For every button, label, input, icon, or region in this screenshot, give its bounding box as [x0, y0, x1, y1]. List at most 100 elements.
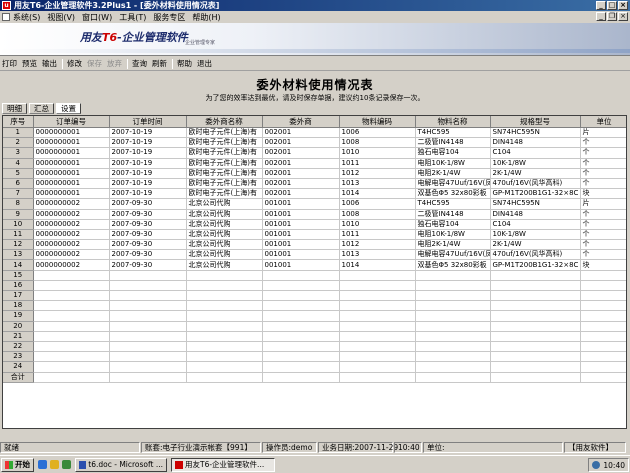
table-cell[interactable]: 欧时电子元件(上海)有 — [186, 168, 263, 179]
table-cell[interactable]: 1012 — [339, 168, 416, 179]
table-cell[interactable]: 独石电容104 — [415, 219, 491, 230]
table-cell[interactable]: 2007-10-19 — [109, 188, 187, 200]
table-row[interactable]: 4 0000000001 2007-10-19 欧时电子元件(上海)有 002001 10… — [3, 158, 626, 169]
table-cell[interactable]: 2007-10-19 — [109, 127, 187, 139]
desktop-icon[interactable] — [62, 460, 71, 469]
table-cell[interactable] — [415, 361, 491, 373]
table-row[interactable]: 22 — [3, 341, 626, 353]
table-cell[interactable] — [186, 280, 263, 292]
table-cell[interactable]: 个 — [580, 147, 626, 159]
table-cell[interactable]: 个 — [580, 168, 626, 179]
table-row[interactable]: 6 0000000001 2007-10-19 欧时电子元件(上海)有 002001 10… — [3, 178, 626, 190]
table-cell[interactable]: 0000000001 — [33, 188, 110, 200]
table-cell[interactable] — [109, 341, 187, 353]
toolbar-button[interactable]: 修改 — [67, 58, 82, 69]
table-cell[interactable] — [109, 300, 187, 312]
table-cell[interactable] — [415, 331, 491, 342]
table-cell[interactable] — [186, 310, 263, 322]
table-cell[interactable]: 欧时电子元件(上海)有 — [186, 137, 263, 149]
tab[interactable]: 明细 — [2, 103, 27, 114]
table-cell[interactable] — [33, 270, 110, 281]
table-row[interactable]: 13 0000000002 2007-09-30 北京公司代购 001001 1013 电解… — [3, 249, 626, 261]
table-cell[interactable]: 0000000001 — [33, 147, 110, 159]
toolbar-button[interactable]: 打印 — [2, 58, 17, 69]
table-row[interactable]: 10 0000000002 2007-09-30 北京公司代购 001001 1010 独石… — [3, 219, 626, 230]
column-header[interactable]: 物料编码 — [339, 116, 416, 128]
table-cell[interactable] — [339, 341, 416, 353]
menu-help[interactable]: 帮助(H) — [192, 12, 220, 23]
table-cell[interactable]: GP-M1T200B1G1-32×8C — [490, 188, 581, 200]
start-button[interactable]: 开始 — [1, 457, 34, 472]
table-cell[interactable]: 欧时电子元件(上海)有 — [186, 127, 263, 139]
table-cell[interactable] — [580, 300, 626, 312]
data-grid[interactable]: 序号 订单编号 订单时间 委外商名称 委外商 物料编码 物料名称 规格型号 单位 1 000000… — [2, 115, 627, 429]
table-cell[interactable] — [339, 300, 416, 312]
menu-tools[interactable]: 工具(T) — [119, 12, 146, 23]
menu-view[interactable]: 视图(V) — [47, 12, 75, 23]
table-cell[interactable]: 10K-1/8W — [490, 158, 581, 169]
table-cell[interactable] — [580, 372, 626, 383]
table-row[interactable]: 12 0000000002 2007-09-30 北京公司代购 001001 1012 电阻… — [3, 239, 626, 251]
table-cell[interactable]: 个 — [580, 229, 626, 241]
column-header[interactable]: 序号 — [3, 116, 34, 128]
table-cell[interactable] — [490, 280, 581, 292]
table-cell[interactable]: 2007-10-19 — [109, 178, 187, 190]
table-cell[interactable]: 2007-09-30 — [109, 239, 187, 251]
table-cell[interactable] — [580, 351, 626, 363]
table-cell[interactable] — [580, 331, 626, 342]
table-cell[interactable] — [339, 351, 416, 363]
table-cell[interactable]: 个 — [580, 178, 626, 190]
table-cell[interactable] — [109, 310, 187, 322]
table-cell[interactable] — [186, 351, 263, 363]
table-cell[interactable]: 电阻2K-1/4W — [415, 239, 491, 251]
toolbar-button[interactable]: 预览 — [22, 58, 37, 69]
table-cell[interactable] — [339, 310, 416, 322]
table-cell[interactable] — [415, 290, 491, 302]
table-cell[interactable]: 欧时电子元件(上海)有 — [186, 147, 263, 159]
table-cell[interactable]: 电解电容47Uuf/16V(凤 — [415, 249, 491, 261]
table-cell[interactable]: 双基色Φ5 32x80彩板 — [415, 188, 491, 200]
table-cell[interactable] — [490, 331, 581, 342]
table-cell[interactable]: 欧时电子元件(上海)有 — [186, 178, 263, 190]
table-cell[interactable]: 2007-10-19 — [109, 158, 187, 169]
table-cell[interactable] — [109, 331, 187, 342]
table-cell[interactable] — [262, 341, 340, 353]
table-cell[interactable] — [262, 300, 340, 312]
table-cell[interactable] — [262, 290, 340, 302]
table-cell[interactable]: 001001 — [262, 239, 340, 251]
table-cell[interactable]: 1011 — [339, 229, 416, 241]
table-row[interactable]: 19 — [3, 310, 626, 322]
toolbar-button[interactable]: 输出 — [42, 58, 57, 69]
table-cell[interactable] — [339, 321, 416, 332]
child-minimize-button[interactable]: _ — [596, 12, 606, 21]
table-cell[interactable]: 10K-1/8W — [490, 229, 581, 241]
table-cell[interactable] — [580, 321, 626, 332]
table-row[interactable]: 15 — [3, 270, 626, 281]
table-cell[interactable] — [186, 361, 263, 373]
table-cell[interactable]: 2007-10-19 — [109, 147, 187, 159]
table-cell[interactable]: SN74HC595N — [490, 198, 581, 210]
table-cell[interactable] — [490, 290, 581, 302]
table-cell[interactable]: 2K-1/4W — [490, 239, 581, 251]
table-cell[interactable]: 0000000001 — [33, 158, 110, 169]
table-row[interactable]: 21 — [3, 331, 626, 342]
table-row[interactable]: 17 — [3, 290, 626, 302]
table-cell[interactable]: 001001 — [262, 198, 340, 210]
tab[interactable]: 汇总 — [29, 103, 54, 114]
table-cell[interactable]: 1012 — [339, 239, 416, 251]
table-cell[interactable] — [580, 270, 626, 281]
table-cell[interactable]: 1008 — [339, 209, 416, 220]
toolbar-button[interactable]: 帮助 — [177, 58, 192, 69]
table-row[interactable]: 合计 — [3, 372, 626, 383]
table-cell[interactable]: 1006 — [339, 198, 416, 210]
table-cell[interactable] — [580, 290, 626, 302]
taskbar-item-word[interactable]: t6.doc - Microsoft ... — [75, 457, 167, 472]
table-cell[interactable]: 0000000002 — [33, 249, 110, 261]
table-cell[interactable] — [33, 290, 110, 302]
table-cell[interactable] — [490, 310, 581, 322]
table-cell[interactable] — [186, 372, 263, 383]
table-cell[interactable] — [490, 300, 581, 312]
table-cell[interactable]: 北京公司代购 — [186, 249, 263, 261]
column-header[interactable]: 单位 — [580, 116, 626, 128]
table-cell[interactable] — [490, 321, 581, 332]
